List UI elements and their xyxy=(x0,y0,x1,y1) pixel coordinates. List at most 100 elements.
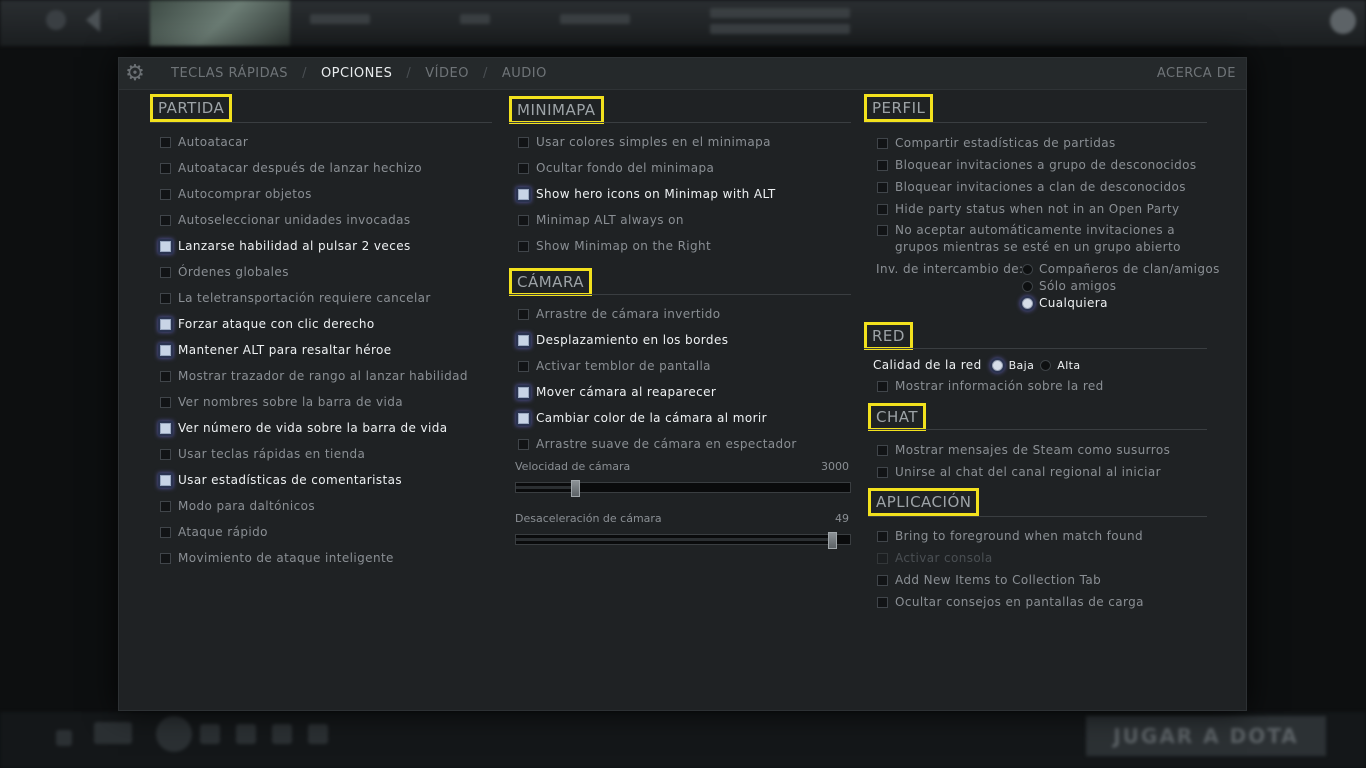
checkbox-mostrar-trazador-de-rango-al-lanzar-habi[interactable]: Mostrar trazador de rango al lanzar habi… xyxy=(160,369,468,383)
tab-hotkeys[interactable]: TECLAS RÁPIDAS xyxy=(171,66,288,81)
radio-quality-alta[interactable]: Alta xyxy=(1040,359,1080,372)
checkbox-la-teletransportacion-requiere-cancelar[interactable]: La teletransportación requiere cancelar xyxy=(160,291,431,305)
checkbox-box[interactable] xyxy=(518,308,529,320)
checkbox-box[interactable] xyxy=(877,530,888,542)
checkbox-box[interactable] xyxy=(160,552,171,564)
checkbox-arrastre-de-camara-invertido[interactable]: Arrastre de cámara invertido xyxy=(518,307,721,321)
checkbox-box[interactable] xyxy=(518,386,529,398)
back-arrow-icon[interactable] xyxy=(86,8,100,32)
checkbox-box[interactable] xyxy=(877,466,888,478)
auto-decline-invites-checkbox[interactable]: No aceptar automáticamente invitaciones … xyxy=(877,222,1207,256)
nav-item[interactable] xyxy=(310,14,370,24)
checkbox-autoatacar-despues-de-lanzar-hechizo[interactable]: Autoatacar después de lanzar hechizo xyxy=(160,161,422,175)
avatar[interactable] xyxy=(1330,8,1356,34)
checkbox-compartir-estadisticas-de-partidas[interactable]: Compartir estadísticas de partidas xyxy=(877,136,1116,150)
checkbox-hide-party-status-when-not-in-an-open-pa[interactable]: Hide party status when not in an Open Pa… xyxy=(877,202,1179,216)
checkbox-box[interactable] xyxy=(877,203,888,215)
nav-item[interactable] xyxy=(560,14,630,24)
radio-button[interactable] xyxy=(1022,280,1033,292)
checkbox-usar-colores-simples-en-el-minimapa[interactable]: Usar colores simples en el minimapa xyxy=(518,135,771,149)
nav-item[interactable] xyxy=(460,14,490,24)
checkbox-box[interactable] xyxy=(160,188,171,200)
tab-options[interactable]: OPCIONES xyxy=(321,66,392,81)
checkbox-forzar-ataque-con-clic-derecho[interactable]: Forzar ataque con clic derecho xyxy=(160,317,375,331)
play-dota-button[interactable]: JUGAR A DOTA xyxy=(1086,716,1326,756)
checkbox-cambiar-color-de-la-camara-al-morir[interactable]: Cambiar color de la cámara al morir xyxy=(518,411,767,425)
checkbox-box[interactable] xyxy=(877,181,888,193)
checkbox-box[interactable] xyxy=(160,344,171,356)
checkbox-box[interactable] xyxy=(877,596,888,608)
checkbox-box[interactable] xyxy=(160,526,171,538)
checkbox-box[interactable] xyxy=(518,334,529,346)
checkbox-desplazamiento-en-los-bordes[interactable]: Desplazamiento en los bordes xyxy=(518,333,728,347)
camera-speed-slider[interactable] xyxy=(515,480,851,497)
checkbox-box[interactable] xyxy=(160,318,171,330)
radio-quality-baja[interactable]: Baja xyxy=(991,359,1035,372)
checkbox-box[interactable] xyxy=(160,292,171,304)
checkbox-box[interactable] xyxy=(160,136,171,148)
checkbox-modo-para-daltonicos[interactable]: Modo para daltónicos xyxy=(160,499,315,513)
chat-icon[interactable] xyxy=(94,722,132,744)
checkbox-ver-nombres-sobre-la-barra-de-vida[interactable]: Ver nombres sobre la barra de vida xyxy=(160,395,403,409)
checkbox-box[interactable] xyxy=(518,162,529,174)
nav-item[interactable] xyxy=(710,24,850,34)
checkbox-autocomprar-objetos[interactable]: Autocomprar objetos xyxy=(160,187,312,201)
checkbox-box[interactable] xyxy=(518,136,529,148)
camera-decel-slider[interactable] xyxy=(515,532,851,549)
checkbox-show-minimap-on-the-right[interactable]: Show Minimap on the Right xyxy=(518,239,711,253)
checkbox-box[interactable] xyxy=(877,137,888,149)
tab-video[interactable]: VÍDEO xyxy=(425,66,469,81)
checkbox-mostrar-mensajes-de-steam-como-susurros[interactable]: Mostrar mensajes de Steam como susurros xyxy=(877,443,1170,457)
checkbox-minimap-alt-always-on[interactable]: Minimap ALT always on xyxy=(518,213,684,227)
hero-portrait[interactable] xyxy=(150,0,290,46)
checkbox-box[interactable] xyxy=(877,444,888,456)
checkbox-ver-numero-de-vida-sobre-la-barra-de-vid[interactable]: Ver número de vida sobre la barra de vid… xyxy=(160,421,448,435)
checkbox-box[interactable] xyxy=(518,412,529,424)
radio-companeros-de-clan-amigos[interactable]: Compañeros de clan/amigos xyxy=(1022,262,1220,276)
party-avatar[interactable] xyxy=(156,716,192,752)
checkbox-add-new-items-to-collection-tab[interactable]: Add New Items to Collection Tab xyxy=(877,573,1101,587)
checkbox-lanzarse-habilidad-al-pulsar-2-veces[interactable]: Lanzarse habilidad al pulsar 2 veces xyxy=(160,239,411,253)
checkbox-box[interactable] xyxy=(518,360,529,372)
checkbox-usar-estadisticas-de-comentaristas[interactable]: Usar estadísticas de comentaristas xyxy=(160,473,402,487)
radio-button[interactable] xyxy=(991,359,1003,371)
checkbox-box[interactable] xyxy=(160,396,171,408)
checkbox-box[interactable] xyxy=(160,500,171,512)
checkbox-bloquear-invitaciones-a-clan-de-desconoc[interactable]: Bloquear invitaciones a clan de desconoc… xyxy=(877,180,1186,194)
checkbox-box[interactable] xyxy=(877,574,888,586)
nav-item[interactable] xyxy=(710,8,850,18)
party-slot[interactable] xyxy=(200,724,220,744)
checkbox-movimiento-de-ataque-inteligente[interactable]: Movimiento de ataque inteligente xyxy=(160,551,394,565)
party-slot[interactable] xyxy=(272,724,292,744)
checkbox-box[interactable] xyxy=(877,225,888,236)
checkbox-box[interactable] xyxy=(160,422,171,434)
checkbox-box[interactable] xyxy=(518,240,529,252)
checkbox-mostrar-informacion-sobre-la-red[interactable]: Mostrar información sobre la red xyxy=(877,379,1104,393)
checkbox-box[interactable] xyxy=(160,214,171,226)
radio-button[interactable] xyxy=(1022,263,1033,275)
checkbox-bring-to-foreground-when-match-found[interactable]: Bring to foreground when match found xyxy=(877,529,1143,543)
radio-cualquiera[interactable]: Cualquiera xyxy=(1022,296,1108,310)
checkbox-box[interactable] xyxy=(877,380,888,392)
checkbox-mantener-alt-para-resaltar-heroe[interactable]: Mantener ALT para resaltar héroe xyxy=(160,343,392,357)
tab-audio[interactable]: AUDIO xyxy=(502,66,547,81)
checkbox-box[interactable] xyxy=(160,266,171,278)
checkbox-autoseleccionar-unidades-invocadas[interactable]: Autoseleccionar unidades invocadas xyxy=(160,213,411,227)
checkbox-usar-teclas-rapidas-en-tienda[interactable]: Usar teclas rápidas en tienda xyxy=(160,447,365,461)
party-slot[interactable] xyxy=(236,724,256,744)
checkbox-box[interactable] xyxy=(160,370,171,382)
checkbox-autoatacar[interactable]: Autoatacar xyxy=(160,135,248,149)
checkbox-activar-temblor-de-pantalla[interactable]: Activar temblor de pantalla xyxy=(518,359,711,373)
checkbox-ataque-rapido[interactable]: Ataque rápido xyxy=(160,525,268,539)
slider-thumb[interactable] xyxy=(828,532,837,549)
checkbox-ocultar-consejos-en-pantallas-de-carga[interactable]: Ocultar consejos en pantallas de carga xyxy=(877,595,1144,609)
checkbox-show-hero-icons-on-minimap-with-alt[interactable]: Show hero icons on Minimap with ALT xyxy=(518,187,776,201)
party-slot[interactable] xyxy=(308,724,328,744)
checkbox-box[interactable] xyxy=(160,474,171,486)
checkbox-mover-camara-al-reaparecer[interactable]: Mover cámara al reaparecer xyxy=(518,385,716,399)
checkbox-box[interactable] xyxy=(518,188,529,200)
checkbox-box[interactable] xyxy=(877,159,888,171)
checkbox-arrastre-suave-de-camara-en-espectador[interactable]: Arrastre suave de cámara en espectador xyxy=(518,437,797,451)
checkbox-box[interactable] xyxy=(518,438,529,450)
about-link[interactable]: ACERCA DE xyxy=(1157,66,1236,81)
